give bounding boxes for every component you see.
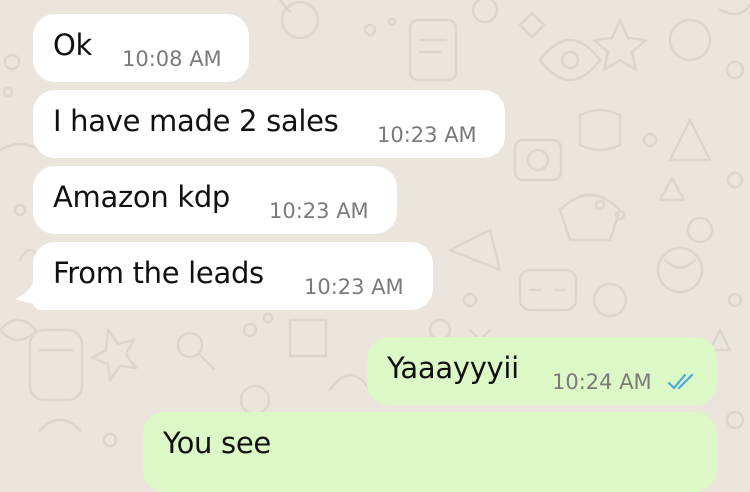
message-timestamp: 10:08 AM (122, 47, 222, 71)
message-timestamp: 10:24 AM (552, 370, 652, 394)
message-timestamp: 10:23 AM (377, 123, 477, 147)
message-text: Ok (53, 28, 93, 62)
message-text: I have made 2 sales (53, 104, 339, 138)
message-text: From the leads (53, 256, 264, 290)
message-text: Yaaayyyii (387, 351, 519, 385)
message-bubble-outgoing[interactable]: Yaaayyyii 10:24 AM (367, 337, 717, 405)
message-text: You see (163, 426, 271, 460)
message-bubble-outgoing[interactable]: You see (143, 412, 717, 492)
read-double-check-icon (667, 373, 694, 390)
chat-thread: Ok 10:08 AM I have made 2 sales 10:23 AM… (0, 0, 750, 492)
message-timestamp: 10:23 AM (269, 199, 369, 223)
message-bubble-incoming[interactable]: From the leads 10:23 AM (33, 242, 433, 310)
message-timestamp: 10:23 AM (304, 275, 404, 299)
message-bubble-incoming[interactable]: I have made 2 sales 10:23 AM (33, 90, 505, 158)
message-text: Amazon kdp (53, 180, 231, 214)
message-bubble-incoming[interactable]: Amazon kdp 10:23 AM (33, 166, 397, 234)
message-bubble-incoming[interactable]: Ok 10:08 AM (33, 14, 249, 82)
